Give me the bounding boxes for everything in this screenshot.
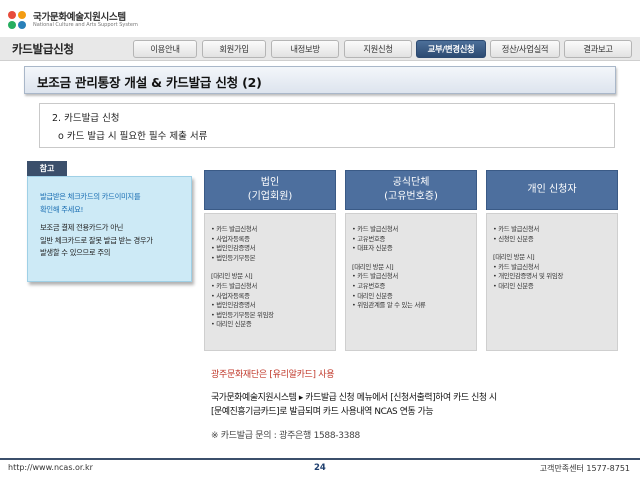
tab-sign-up[interactable]: 회원가입 (202, 40, 266, 58)
doc-item: • 개인인감증명서 및 위임장 (493, 272, 564, 281)
tab-usage-guide[interactable]: 이용안내 (133, 40, 197, 58)
column-subtitle: (고유번호증) (384, 191, 438, 202)
proxy-heading: [대리인 방문 시] (493, 253, 535, 262)
logo-name-en: National Culture and Arts Support System (33, 22, 138, 29)
column-title: 개인 신청자 (527, 184, 577, 195)
column-header-corporation: 법인 (기업회원) (204, 170, 336, 210)
card-inquiry: ※ 카드발급 문의 : 광주은행 1588-3388 (211, 431, 360, 441)
doc-item: • 대리인 신분증 (493, 281, 534, 290)
logo-mark-icon (8, 11, 28, 31)
page-number: 24 (314, 463, 326, 473)
doc-item: • 위임관계를 알 수 있는 서류 (352, 301, 426, 310)
note-tag: 참고 (27, 161, 67, 176)
doc-item: • 대표자 신분증 (352, 244, 393, 253)
footer-divider (0, 458, 640, 460)
tab-result-report[interactable]: 결과보고 (564, 40, 632, 58)
doc-item: • 카드 발급신청서 (352, 225, 398, 233)
tab-grant-change[interactable]: 교부/변경신청 (416, 40, 486, 58)
column-title: 법인 (260, 177, 280, 188)
doc-item: • 고유번호증 (352, 234, 386, 243)
column-body-organization: • 카드 발급신청서 • 고유번호증 • 대표자 신분증 [대리인 방문 시] … (345, 213, 477, 351)
doc-item: • 대리인 신분증 (211, 320, 252, 329)
tab-settlement[interactable]: 정산/사업실적 (490, 40, 560, 58)
card-ncas-link-note: [문예진흥기금카드]로 발급되며 카드 사용내역 NCAS 연동 가능 (211, 407, 434, 417)
note-line: 일반 체크카드로 잘못 발급 받는 경우가 (40, 235, 153, 245)
proxy-heading: [대리인 방문 시] (352, 262, 394, 271)
doc-item: • 카드 발급신청서 (211, 225, 257, 233)
note-line: 발급받은 체크카드의 카드이미지를 (40, 192, 141, 201)
column-header-individual: 개인 신청자 (486, 170, 618, 210)
column-title: 공식단체 (392, 177, 430, 188)
ncas-logo[interactable]: 국가문화예술지원시스템 National Culture and Arts Su… (8, 6, 138, 36)
doc-item: • 카드 발급신청서 (352, 272, 398, 281)
card-apply-instruction: 국가문화예술지원시스템 ▸ 카드발급 신청 메뉴에서 [신청서출력]하여 카드 … (211, 393, 497, 403)
column-body-individual: • 카드 발급신청서 • 신청인 신분증 [대리인 방문 시] • 카드 발급신… (486, 213, 618, 351)
doc-item: • 법인인감증명서 (211, 301, 256, 310)
note-line: 보조금 결제 전용카드가 아닌 (40, 223, 124, 232)
customer-center-phone: 고객만족센터 1577-8751 (539, 464, 630, 473)
section-title: 보조금 관리통장 개설 & 카드발급 신청 (2) (24, 66, 616, 94)
subheading-desc: ο 카드 발급 시 필요한 필수 제출 서류 (58, 131, 208, 142)
doc-item: • 대리인 신분증 (352, 291, 393, 300)
foundation-card-note: 광주문화재단은 [유리알카드] 사용 (211, 370, 335, 380)
column-header-organization: 공식단체 (고유번호증) (345, 170, 477, 210)
column-subtitle: (기업회원) (247, 191, 293, 202)
note-line: 확인해 주세요! (40, 204, 84, 214)
note-line: 발생할 수 있으므로 주의 (40, 248, 111, 257)
doc-item: • 사업자등록증 (211, 234, 250, 243)
column-body-corporation: • 카드 발급신청서 • 사업자등록증 • 법인인감증명서 • 법인등기부등본 … (204, 213, 336, 351)
doc-item: • 고유번호증 (352, 281, 386, 290)
footer-url-link[interactable]: http://www.ncas.or.kr (8, 463, 93, 472)
doc-item: • 법인등기부등본 위임장 (211, 310, 274, 319)
doc-item: • 법인등기부등본 (211, 253, 256, 262)
nav-bar: 카드발급신청 이용안내 회원가입 내정보방 지원신청 교부/변경신청 정산/사업… (0, 37, 640, 61)
page-title: 카드발급신청 (12, 42, 74, 56)
doc-item: • 카드 발급신청서 (493, 225, 539, 233)
doc-item: • 법인인감증명서 (211, 244, 256, 253)
tab-apply[interactable]: 지원신청 (344, 40, 412, 58)
note-panel: 발급받은 체크카드의 카드이미지를 확인해 주세요! 보조금 결제 전용카드가 … (27, 176, 192, 282)
doc-item: • 사업자등록증 (211, 291, 250, 300)
proxy-heading: [대리인 방문 시] (211, 272, 253, 281)
doc-item: • 신청인 신분증 (493, 234, 534, 243)
subheading-step: 2. 카드발급 신청 (52, 113, 120, 124)
doc-item: • 카드 발급신청서 (493, 262, 539, 271)
doc-item: • 카드 발급신청서 (211, 281, 257, 290)
tab-my-info[interactable]: 내정보방 (271, 40, 339, 58)
subheading-box: 2. 카드발급 신청 ο 카드 발급 시 필요한 필수 제출 서류 (39, 103, 615, 148)
